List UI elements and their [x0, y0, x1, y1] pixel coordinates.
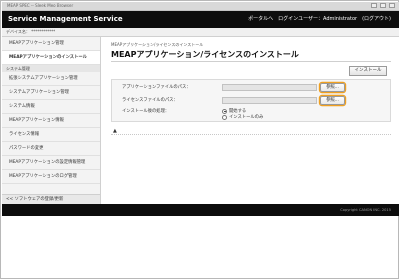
minimize-button[interactable]: [371, 3, 377, 8]
sidebar-item-label: ライセンス情報: [9, 132, 39, 137]
install-button[interactable]: インストール: [349, 66, 387, 76]
window-title: MEAP SPEC -- Sleek Meo Browser: [7, 3, 74, 8]
sidebar-item-change-password[interactable]: パスワードの変更: [2, 142, 100, 156]
sidebar-item-label: MEAPアプリケーションのインストール: [9, 55, 87, 60]
radio-label: インストールのみ: [229, 115, 264, 120]
post-install-label: インストール後の処理：: [122, 109, 170, 114]
sidebar-item-license-info[interactable]: ライセンス情報: [2, 128, 100, 142]
sidebar-section-system-management: システム管理: [2, 65, 100, 72]
app-file-row: アプリケーションファイルのパス： 参照...: [112, 82, 390, 94]
license-file-label: ライセンスファイルのパス：: [122, 98, 178, 103]
sidebar-item-label: システムアプリケーション管理: [9, 90, 69, 95]
sidebar-item-meap-app-management[interactable]: MEAPアプリケーション管理: [2, 37, 100, 51]
sidebar-item-label: MEAPアプリケーション管理: [9, 41, 64, 46]
window-titlebar: MEAP SPEC -- Sleek Meo Browser: [2, 2, 399, 11]
device-bar: デバイス名： ************: [2, 28, 399, 37]
app-file-browse-button[interactable]: 参照...: [320, 83, 345, 92]
sidebar-item-label: MEAPアプリケーションの設定情報管理: [9, 160, 86, 165]
login-user-name: Administrator: [322, 16, 358, 22]
portal-link[interactable]: ポータルへ: [248, 11, 273, 28]
license-file-path-field[interactable]: [222, 97, 317, 104]
sidebar: MEAPアプリケーション管理 MEAPアプリケーションのインストール システム管…: [2, 37, 101, 204]
device-name: デバイス名： ************: [6, 29, 56, 34]
login-user-label: ログインユーザー：: [278, 16, 323, 22]
software-registration-link[interactable]: << ソフトウェアの登録/更新: [2, 194, 100, 204]
sidebar-item-label: システム情報: [9, 104, 35, 109]
sidebar-item-meap-install[interactable]: MEAPアプリケーションのインストール: [2, 51, 100, 65]
radio-option-install-only[interactable]: インストールのみ: [222, 114, 263, 120]
sidebar-item-label: パスワードの変更: [9, 146, 44, 151]
window-controls: [371, 3, 395, 8]
app-title: Service Management Service: [8, 15, 123, 23]
sidebar-item-ext-system-app[interactable]: 拡張システムアプリケーション管理: [2, 72, 100, 86]
content-divider: [111, 134, 391, 135]
app-file-label: アプリケーションファイルのパス：: [122, 85, 191, 90]
license-file-browse-button[interactable]: 参照...: [320, 96, 345, 105]
maximize-button[interactable]: [380, 3, 386, 8]
page-title: MEAPアプリケーション/ライセンスのインストール: [111, 50, 299, 59]
copyright-text: Copyright CANON INC. 2015: [340, 208, 391, 212]
sidebar-item-system-app[interactable]: システムアプリケーション管理: [2, 86, 100, 100]
app-file-path-field[interactable]: [222, 84, 317, 91]
software-registration-label: << ソフトウェアの登録/更新: [6, 197, 64, 202]
sidebar-item-meap-app-info[interactable]: MEAPアプリケーション情報: [2, 114, 100, 128]
sidebar-item-system-info[interactable]: システム情報: [2, 100, 100, 114]
sidebar-item-label: MEAPアプリケーションのログ管理: [9, 174, 77, 179]
sidebar-item-label: 拡張システムアプリケーション管理: [9, 76, 78, 81]
app-header: Service Management Service ポータルへ ログインユーザ…: [2, 11, 399, 28]
browser-window: MEAP SPEC -- Sleek Meo Browser Service M…: [0, 0, 399, 279]
radio-button-checked[interactable]: [222, 108, 227, 114]
radio-button-unchecked[interactable]: [222, 114, 227, 120]
footer: Copyright CANON INC. 2015: [2, 204, 399, 216]
sidebar-item-label: MEAPアプリケーション情報: [9, 118, 64, 123]
breadcrumb: MEAPアプリケーション/ライセンスのインストール: [111, 42, 204, 47]
title-divider: [111, 61, 391, 62]
login-user-info: ログインユーザー：Administrator: [278, 11, 357, 28]
logout-link-label: ログアウト: [364, 16, 390, 22]
close-button[interactable]: [389, 3, 395, 8]
main-content: MEAPアプリケーション/ライセンスのインストール MEAPアプリケーション/ラ…: [101, 37, 399, 204]
header-user-area: ポータルへ ログインユーザー：Administrator (ログアウト): [248, 11, 391, 28]
install-form: アプリケーションファイルのパス： 参照... ライセンスファイルのパス： 参照.…: [111, 79, 391, 122]
sidebar-item-meap-log[interactable]: MEAPアプリケーションのログ管理: [2, 170, 100, 184]
logout-link[interactable]: (ログアウト): [362, 11, 391, 28]
license-file-row: ライセンスファイルのパス： 参照...: [112, 95, 390, 107]
post-install-row: インストール後の処理： 開始する インストールのみ: [112, 107, 390, 121]
sidebar-item-meap-settings[interactable]: MEAPアプリケーションの設定情報管理: [2, 156, 100, 170]
